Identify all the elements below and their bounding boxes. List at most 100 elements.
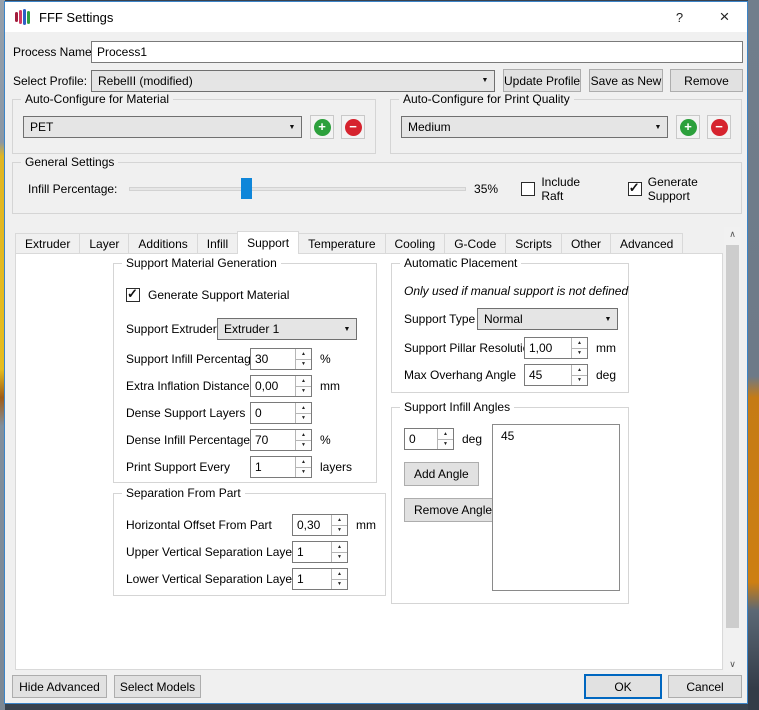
desktop-background-right <box>748 0 759 710</box>
remove-profile-button[interactable]: Remove <box>670 69 743 92</box>
spin-down-icon[interactable]: ▼ <box>572 349 587 359</box>
tab-temperature[interactable]: Temperature <box>299 233 385 254</box>
dense-support-layers-spinner[interactable]: 0 ▲ ▼ <box>250 402 312 424</box>
spin-down-icon[interactable]: ▼ <box>296 360 311 370</box>
generate-support-option[interactable]: ✓ Generate Support <box>628 175 741 203</box>
support-infill-angles-group: Support Infill Angles 0 ▲ ▼ deg Add Angl… <box>391 407 629 604</box>
process-name-value: Process1 <box>97 45 147 59</box>
quality-dropdown[interactable]: Medium ▼ <box>401 116 668 138</box>
material-dropdown[interactable]: PET ▼ <box>23 116 302 138</box>
spin-down-icon[interactable]: ▼ <box>296 468 311 478</box>
tab-infill[interactable]: Infill <box>198 233 238 254</box>
infill-slider-track[interactable] <box>129 187 466 191</box>
support-type-dropdown[interactable]: Normal ▼ <box>477 308 618 330</box>
spin-up-icon[interactable]: ▲ <box>296 349 311 360</box>
spin-down-icon[interactable]: ▼ <box>296 414 311 424</box>
ok-button[interactable]: OK <box>584 674 662 699</box>
spin-up-icon[interactable]: ▲ <box>296 376 311 387</box>
extra-inflation-distance-spinner[interactable]: 0,00 ▲ ▼ <box>250 375 312 397</box>
close-icon[interactable]: × <box>702 2 747 32</box>
spin-down-icon[interactable]: ▼ <box>572 376 587 386</box>
spin-down-icon[interactable]: ▼ <box>438 440 453 450</box>
support-extruder-label: Support Extruder <box>126 322 217 336</box>
tab-additions[interactable]: Additions <box>129 233 197 254</box>
spin-down-icon[interactable]: ▼ <box>332 580 347 590</box>
tab-scripts[interactable]: Scripts <box>506 233 562 254</box>
upper-vertical-separation-spinner[interactable]: 1 ▲ ▼ <box>292 541 348 563</box>
spin-down-icon[interactable]: ▼ <box>332 553 347 563</box>
add-quality-button[interactable]: + <box>676 115 700 139</box>
max-overhang-angle-spinner[interactable]: 45 ▲ ▼ <box>524 364 588 386</box>
include-raft-option[interactable]: Include Raft <box>521 175 603 203</box>
support-infill-percentage-label: Support Infill Percentage <box>126 352 250 366</box>
vertical-scrollbar[interactable]: ∧ ∨ <box>724 227 741 672</box>
select-models-button[interactable]: Select Models <box>114 675 201 698</box>
remove-quality-button[interactable]: − <box>707 115 731 139</box>
tab-gcode[interactable]: G-Code <box>445 233 506 254</box>
support-infill-angles-title: Support Infill Angles <box>400 400 514 415</box>
spin-up-icon[interactable]: ▲ <box>332 569 347 580</box>
spin-up-icon[interactable]: ▲ <box>332 542 347 553</box>
titlebar-buttons: ? × <box>657 2 747 32</box>
minus-circle-icon: − <box>345 119 362 136</box>
infill-slider[interactable] <box>129 177 466 201</box>
auto-configure-quality-title: Auto-Configure for Print Quality <box>399 92 574 107</box>
support-pillar-resolution-spinner[interactable]: 1,00 ▲ ▼ <box>524 337 588 359</box>
spin-down-icon[interactable]: ▼ <box>296 387 311 397</box>
spin-up-icon[interactable]: ▲ <box>572 338 587 349</box>
spin-up-icon[interactable]: ▲ <box>572 365 587 376</box>
support-infill-percentage-spinner[interactable]: 30 ▲ ▼ <box>250 348 312 370</box>
tab-layer[interactable]: Layer <box>80 233 129 254</box>
horizontal-offset-spinner[interactable]: 0,30 ▲ ▼ <box>292 514 348 536</box>
field-unit: mm <box>320 379 340 393</box>
angle-spinner[interactable]: 0 ▲ ▼ <box>404 428 454 450</box>
scroll-down-icon[interactable]: ∨ <box>724 657 741 672</box>
dense-infill-percentage-spinner[interactable]: 70 ▲ ▼ <box>250 429 312 451</box>
spin-down-icon[interactable]: ▼ <box>332 526 347 536</box>
update-profile-button[interactable]: Update Profile <box>503 69 581 92</box>
add-angle-button[interactable]: Add Angle <box>404 462 479 486</box>
process-name-input[interactable]: Process1 <box>91 41 743 63</box>
general-settings-title: General Settings <box>21 155 118 170</box>
add-material-button[interactable]: + <box>310 115 334 139</box>
spin-down-icon[interactable]: ▼ <box>296 441 311 451</box>
tab-cooling[interactable]: Cooling <box>386 233 446 254</box>
tab-extruder[interactable]: Extruder <box>15 233 80 254</box>
support-type-label: Support Type <box>404 312 477 326</box>
spin-up-icon[interactable]: ▲ <box>296 457 311 468</box>
chevron-down-icon: ▼ <box>599 316 617 323</box>
remove-material-button[interactable]: − <box>341 115 365 139</box>
tab-support[interactable]: Support <box>237 231 299 254</box>
help-button[interactable]: ? <box>657 2 702 32</box>
print-support-every-spinner[interactable]: 1 ▲ ▼ <box>250 456 312 478</box>
support-tab-panel: Support Material Generation ✓ Generate S… <box>15 253 723 670</box>
scrollbar-thumb[interactable] <box>726 245 739 628</box>
lower-vertical-separation-spinner[interactable]: 1 ▲ ▼ <box>292 568 348 590</box>
max-overhang-angle-label: Max Overhang Angle <box>404 368 524 382</box>
support-extruder-dropdown[interactable]: Extruder 1 ▼ <box>217 318 357 340</box>
generate-support-checkbox[interactable]: ✓ <box>628 182 642 196</box>
generate-support-material-option[interactable]: ✓ Generate Support Material <box>126 286 366 304</box>
spin-up-icon[interactable]: ▲ <box>332 515 347 526</box>
save-as-new-button[interactable]: Save as New <box>589 69 663 92</box>
hide-advanced-button[interactable]: Hide Advanced <box>12 675 107 698</box>
spin-up-icon[interactable]: ▲ <box>296 403 311 414</box>
profile-dropdown[interactable]: RebelII (modified) ▼ <box>91 70 495 92</box>
dense-infill-percentage-label: Dense Infill Percentage <box>126 433 250 447</box>
tab-advanced[interactable]: Advanced <box>611 233 683 254</box>
title-bar: FFF Settings ? × <box>5 2 747 32</box>
automatic-placement-group: Automatic Placement Only used if manual … <box>391 263 629 393</box>
include-raft-checkbox[interactable] <box>521 182 535 196</box>
remove-angle-button[interactable]: Remove Angle <box>404 498 502 522</box>
cancel-button[interactable]: Cancel <box>668 675 742 698</box>
select-profile-label: Select Profile: <box>13 74 91 88</box>
spin-up-icon[interactable]: ▲ <box>296 430 311 441</box>
angle-list-item[interactable]: 45 <box>501 428 619 444</box>
scroll-up-icon[interactable]: ∧ <box>724 227 741 242</box>
angle-list[interactable]: 45 <box>492 424 620 591</box>
spin-up-icon[interactable]: ▲ <box>438 429 453 440</box>
infill-slider-handle[interactable] <box>241 178 252 199</box>
support-type-value: Normal <box>478 312 599 326</box>
tab-other[interactable]: Other <box>562 233 611 254</box>
generate-support-material-checkbox[interactable]: ✓ <box>126 288 140 302</box>
